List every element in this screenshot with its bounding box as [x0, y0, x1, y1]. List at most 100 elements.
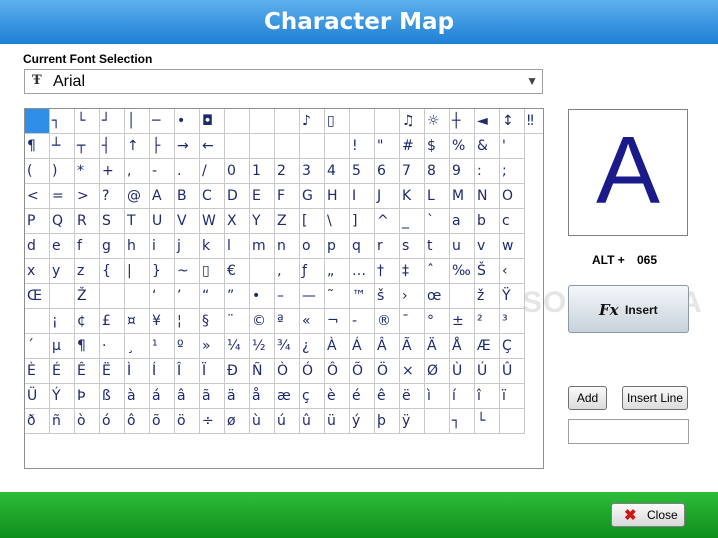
character-cell[interactable]: ã [200, 384, 225, 409]
character-cell[interactable]: l [225, 234, 250, 259]
character-cell[interactable]: Ç [500, 334, 525, 359]
character-cell[interactable]: Î [175, 359, 200, 384]
font-select[interactable]: Ŧ Arial ▼ [24, 69, 543, 94]
character-cell[interactable]: . [175, 159, 200, 184]
character-cell[interactable]: ¸ [125, 334, 150, 359]
character-cell[interactable]: ' [500, 134, 525, 159]
character-cell[interactable]: ┼ [450, 109, 475, 134]
character-cell[interactable]: ä [225, 384, 250, 409]
character-cell[interactable]: c [500, 209, 525, 234]
character-cell[interactable]: Ö [375, 359, 400, 384]
character-cell[interactable]: ^ [375, 209, 400, 234]
character-cell[interactable]: ð [25, 409, 50, 434]
character-cell[interactable]: Ó [300, 359, 325, 384]
character-cell[interactable]: ‡ [400, 259, 425, 284]
character-cell[interactable]: â [175, 384, 200, 409]
character-cell[interactable]: Œ [25, 284, 50, 309]
character-cell[interactable] [450, 284, 475, 309]
character-cell[interactable]: ¥ [150, 309, 175, 334]
character-cell[interactable]: r [375, 234, 400, 259]
character-cell[interactable]: ø [225, 409, 250, 434]
character-cell[interactable] [100, 284, 125, 309]
character-cell[interactable]: ─ [150, 109, 175, 134]
character-cell[interactable]: T [125, 209, 150, 234]
character-cell[interactable] [225, 109, 250, 134]
character-cell[interactable]: Z [275, 209, 300, 234]
character-cell[interactable]: e [50, 234, 75, 259]
character-cell[interactable]: ï [500, 384, 525, 409]
character-cell[interactable]: & [475, 134, 500, 159]
character-cell[interactable]: - [150, 159, 175, 184]
character-cell[interactable] [250, 109, 275, 134]
character-cell[interactable]: ¹ [150, 334, 175, 359]
character-cell[interactable]: Í [150, 359, 175, 384]
character-cell[interactable]: \ [325, 209, 350, 234]
character-cell[interactable]: ô [125, 409, 150, 434]
character-cell[interactable] [250, 134, 275, 159]
character-cell[interactable]: Ä [425, 334, 450, 359]
character-cell[interactable]: → [175, 134, 200, 159]
character-cell[interactable]: 6 [375, 159, 400, 184]
character-cell[interactable]: ~ [175, 259, 200, 284]
character-cell[interactable]: © [250, 309, 275, 334]
character-cell[interactable]: % [450, 134, 475, 159]
character-cell[interactable]: Å [450, 334, 475, 359]
character-cell[interactable]: G [300, 184, 325, 209]
character-cell[interactable] [300, 134, 325, 159]
character-cell[interactable]: : [475, 159, 500, 184]
character-cell[interactable]: * [75, 159, 100, 184]
character-cell[interactable] [350, 109, 375, 134]
character-cell[interactable]: ÷ [200, 409, 225, 434]
character-cell[interactable]: " [375, 134, 400, 159]
character-cell[interactable]: ë [400, 384, 425, 409]
character-cell[interactable]: g [100, 234, 125, 259]
character-cell[interactable]: Ð [225, 359, 250, 384]
character-cell[interactable]: º [175, 334, 200, 359]
character-cell[interactable]: ¬ [325, 309, 350, 334]
character-cell[interactable]: ’ [175, 284, 200, 309]
character-cell[interactable]: V [175, 209, 200, 234]
character-cell[interactable] [325, 134, 350, 159]
character-cell[interactable]: L [425, 184, 450, 209]
character-cell[interactable]: │ [125, 109, 150, 134]
character-cell[interactable]: ┴ [50, 134, 75, 159]
character-cell[interactable]: ‹ [500, 259, 525, 284]
character-cell[interactable]: A [150, 184, 175, 209]
close-button[interactable]: ✖ Close [611, 503, 685, 527]
character-cell[interactable]: ↑ [125, 134, 150, 159]
character-cell[interactable]: @ [125, 184, 150, 209]
character-cell[interactable]: ← [200, 134, 225, 159]
character-cell[interactable]: ú [275, 409, 300, 434]
character-cell[interactable]: d [25, 234, 50, 259]
character-cell[interactable]: ¶ [75, 334, 100, 359]
character-cell[interactable]: Ž [75, 284, 100, 309]
character-cell[interactable] [250, 259, 275, 284]
character-cell[interactable]: å [250, 384, 275, 409]
character-cell[interactable]: j [175, 234, 200, 259]
character-grid[interactable]: ┐ └ ┘ │ ─ • ◘ ♪ ▯ ♫ ☼ ┼ ◄ ↕ ‼ ¶ ┴ ┬ ┤ ↑ ├ → ←! " # $% & '() * +, -./0 1… [24, 108, 544, 469]
character-cell[interactable]: ¾ [275, 334, 300, 359]
character-cell[interactable]: Ê [75, 359, 100, 384]
character-cell[interactable]: ¡ [50, 309, 75, 334]
character-cell[interactable]: 9 [450, 159, 475, 184]
character-cell[interactable]: î [475, 384, 500, 409]
character-cell[interactable]: X [225, 209, 250, 234]
character-cell[interactable]: ™ [350, 284, 375, 309]
character-cell[interactable]: ? [100, 184, 125, 209]
character-cell[interactable]: — [300, 284, 325, 309]
character-cell[interactable]: À [325, 334, 350, 359]
character-cell[interactable]: ò [75, 409, 100, 434]
character-cell[interactable]: f [75, 234, 100, 259]
character-cell[interactable]: - [350, 309, 375, 334]
character-cell[interactable]: m [250, 234, 275, 259]
character-cell[interactable]: é [350, 384, 375, 409]
character-cell[interactable]: ‚ [275, 259, 300, 284]
character-cell[interactable]: ] [350, 209, 375, 234]
character-cell[interactable]: µ [50, 334, 75, 359]
character-cell[interactable]: × [400, 359, 425, 384]
character-cell[interactable]: Ü [25, 384, 50, 409]
character-cell[interactable]: ˜ [325, 284, 350, 309]
character-cell[interactable]: Ù [450, 359, 475, 384]
character-cell[interactable]: F [275, 184, 300, 209]
character-cell[interactable]: └ [75, 109, 100, 134]
